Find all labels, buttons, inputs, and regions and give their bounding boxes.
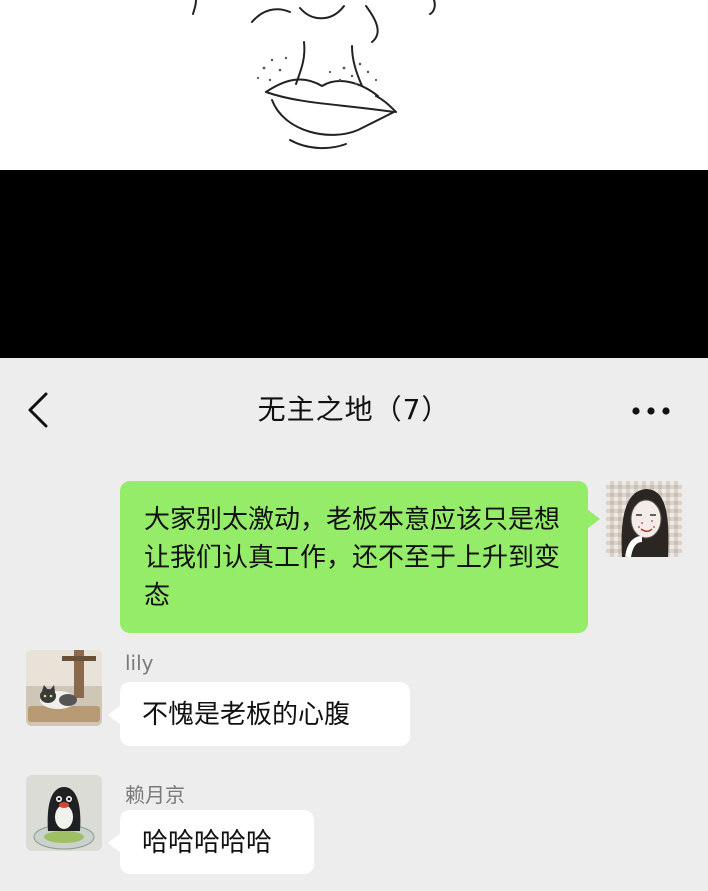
sender-name: 赖月京 bbox=[125, 783, 185, 807]
message-bubble-self[interactable]: 大家别太激动，老板本意应该只是想让我们认真工作，还不至于上升到变态 bbox=[120, 481, 600, 633]
message-text: 不愧是老板的心腹 bbox=[142, 700, 351, 730]
more-button[interactable] bbox=[630, 394, 672, 428]
message-text: 大家别太激动，老板本意应该只是想让我们认真工作，还不至于上升到变态 bbox=[144, 505, 561, 611]
more-dots-icon bbox=[632, 407, 670, 415]
chat-header: 无主之地（7） bbox=[0, 358, 708, 458]
woman-portrait-avatar[interactable] bbox=[606, 481, 682, 557]
penguin-avatar[interactable] bbox=[26, 775, 102, 851]
comic-panel bbox=[0, 0, 708, 170]
chat-area[interactable]: 大家别太激动，老板本意应该只是想让我们认真工作，还不至于上升到变态 lily 不… bbox=[0, 458, 708, 891]
message-bubble-other[interactable]: 哈哈哈哈哈 bbox=[108, 810, 314, 874]
message-text: 哈哈哈哈哈 bbox=[142, 828, 273, 858]
message-bubble-other[interactable]: 不愧是老板的心腹 bbox=[108, 682, 410, 746]
cat-avatar[interactable] bbox=[26, 650, 102, 726]
black-band bbox=[0, 170, 708, 358]
sender-name: lily bbox=[125, 651, 154, 675]
comic-face-drawing bbox=[192, 0, 436, 150]
chat-title: 无主之地（7） bbox=[257, 393, 451, 426]
